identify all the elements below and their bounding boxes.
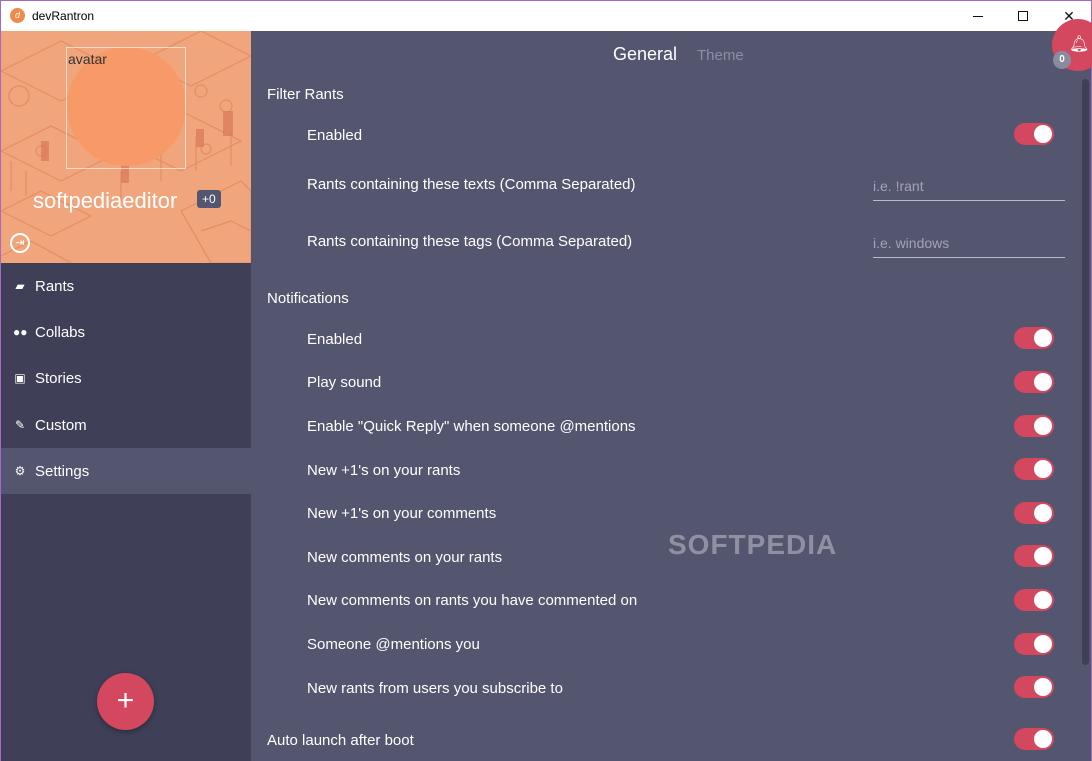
stories-icon: ▣ [14, 371, 26, 385]
avatar-alt-text: avatar [68, 51, 107, 67]
sidebar-item-label: Settings [35, 462, 90, 480]
section-title-notifications: Notifications [267, 290, 349, 307]
rants-icon: ▰ [15, 279, 25, 293]
plus-one-rants-toggle[interactable] [1014, 458, 1054, 480]
settings-panel: General Theme 🔔︎ 0 Filter Rants Enabled … [251, 19, 1092, 761]
filter-texts-label: Rants containing these texts (Comma Sepa… [307, 176, 636, 193]
title-bar: d devRantron ✕ [0, 0, 1092, 31]
compose-rant-button[interactable]: + [97, 673, 154, 730]
sidebar-item-custom[interactable]: ✎ Custom [1, 402, 251, 448]
subscriptions-toggle[interactable] [1014, 676, 1054, 698]
quick-reply-toggle[interactable] [1014, 415, 1054, 437]
commented-rants-label: New comments on rants you have commented… [307, 592, 638, 609]
plus-one-comments-label: New +1's on your comments [307, 505, 497, 522]
maximize-icon [1018, 11, 1028, 21]
plus-icon: + [116, 684, 135, 717]
filter-enabled-label: Enabled [307, 127, 363, 144]
sidebar-item-collabs[interactable]: ●● Collabs [1, 309, 251, 355]
custom-icon: ✎ [14, 418, 26, 432]
auto-launch-label: Auto launch after boot [267, 732, 414, 749]
sidebar-item-label: Stories [35, 369, 82, 387]
plus-one-comments-toggle[interactable] [1014, 502, 1054, 524]
plus-one-rants-label: New +1's on your rants [307, 462, 461, 479]
filter-tags-input[interactable] [873, 228, 1065, 258]
sidebar-item-label: Rants [35, 277, 75, 295]
username[interactable]: softpediaeditor [33, 188, 177, 214]
sidebar-item-stories[interactable]: ▣ Stories [1, 355, 251, 401]
tab-theme[interactable]: Theme [697, 47, 744, 64]
watermark: SOFTPEDIA [668, 529, 838, 560]
logout-icon[interactable]: ⇥ [10, 233, 30, 253]
section-title-filter-rants: Filter Rants [267, 86, 344, 103]
mentions-label: Someone @mentions you [307, 636, 480, 653]
bell-icon: 🔔︎ [1069, 36, 1090, 53]
minimize-button[interactable] [955, 1, 1001, 31]
tab-general[interactable]: General [613, 44, 677, 65]
auto-launch-toggle[interactable] [1014, 728, 1054, 750]
maximize-button[interactable] [1000, 1, 1046, 31]
mentions-toggle[interactable] [1014, 633, 1054, 655]
profile-header: avatar softpediaeditor +0 ⇥ [1, 31, 251, 263]
comments-on-rants-label: New comments on your rants [307, 549, 503, 566]
sidebar: avatar softpediaeditor +0 ⇥ ▰ Rants ●● C… [1, 31, 251, 761]
minimize-icon [973, 15, 983, 17]
commented-rants-toggle[interactable] [1014, 589, 1054, 611]
sidebar-item-rants[interactable]: ▰ Rants [1, 263, 251, 309]
window-title: devRantron [32, 9, 95, 23]
notif-enabled-label: Enabled [307, 331, 363, 348]
filter-texts-input[interactable] [873, 171, 1065, 201]
filter-tags-label: Rants containing these tags (Comma Separ… [307, 233, 633, 250]
sidebar-item-label: Custom [35, 416, 87, 434]
collabs-icon: ●● [13, 325, 28, 339]
notif-enabled-toggle[interactable] [1014, 327, 1054, 349]
play-sound-toggle[interactable] [1014, 371, 1054, 393]
subscriptions-label: New rants from users you subscribe to [307, 680, 563, 697]
notification-count-badge: 0 [1053, 51, 1071, 69]
score-badge: +0 [197, 190, 221, 208]
play-sound-label: Play sound [307, 374, 382, 391]
gear-icon: ⚙ [14, 464, 26, 478]
quick-reply-label: Enable "Quick Reply" when someone @menti… [307, 418, 636, 435]
filter-enabled-toggle[interactable] [1014, 123, 1054, 145]
sidebar-item-settings[interactable]: ⚙ Settings [1, 448, 251, 494]
comments-on-rants-toggle[interactable] [1014, 545, 1054, 567]
sidebar-item-label: Collabs [35, 323, 86, 341]
app-logo-icon: d [10, 8, 25, 23]
scrollbar[interactable] [1082, 79, 1089, 665]
